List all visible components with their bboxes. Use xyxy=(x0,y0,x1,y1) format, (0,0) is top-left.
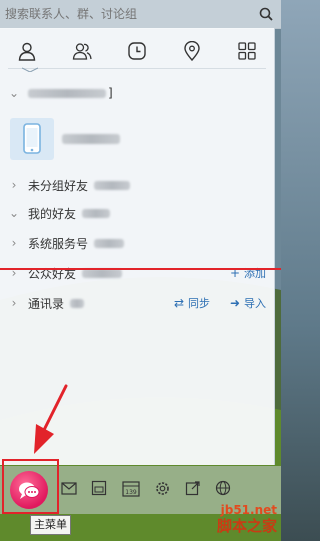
blurred-count xyxy=(94,238,125,248)
group-label: 未分组好友 xyxy=(28,178,89,193)
sync-button[interactable]: ⇄ 同步 xyxy=(174,295,210,311)
search-button[interactable] xyxy=(255,3,277,25)
import-label: 导入 xyxy=(244,297,266,310)
blurred-contact-name xyxy=(62,134,120,144)
chevron-right-icon: › xyxy=(11,236,17,250)
watermark: jb51.net 脚本之家 xyxy=(217,503,277,535)
watermark-title: 脚本之家 xyxy=(216,517,277,535)
settings-button[interactable] xyxy=(153,479,171,497)
watermark-url: jb51.net xyxy=(220,503,277,517)
import-button[interactable]: ➜ 导入 xyxy=(230,295,266,311)
blurred-count xyxy=(82,208,111,218)
sync-icon: ⇄ xyxy=(173,296,184,310)
group-name-suffix: ] xyxy=(108,86,113,100)
person-icon xyxy=(19,42,36,61)
tab-friends[interactable] xyxy=(10,38,44,64)
main-menu-tooltip: 主菜单 xyxy=(30,515,71,535)
grid-icon xyxy=(237,42,256,60)
active-tab-indicator xyxy=(22,67,38,72)
chevron-right-icon: › xyxy=(11,178,17,192)
file-icon xyxy=(91,480,107,496)
search-input[interactable] xyxy=(3,2,255,26)
chevron-down-icon: ⌄ xyxy=(8,86,20,100)
location-pin-icon xyxy=(184,41,200,61)
group-system-service[interactable]: › 系统服务号 xyxy=(0,230,274,256)
group-label: 我的好友 xyxy=(28,206,77,221)
globe-icon xyxy=(215,480,231,496)
export-icon xyxy=(185,481,200,496)
annotation-line xyxy=(0,268,281,270)
group-public-accounts[interactable]: › 公众好友 + 添加 xyxy=(0,260,274,286)
chevron-right-icon: › xyxy=(11,296,17,310)
group-icon xyxy=(72,43,92,60)
phone-icon xyxy=(23,123,41,154)
tab-divider xyxy=(8,68,266,69)
globe-button[interactable] xyxy=(214,479,232,497)
blurred-count xyxy=(70,298,85,308)
file-button[interactable] xyxy=(90,479,108,497)
tab-recent[interactable] xyxy=(120,38,154,64)
phone-avatar xyxy=(10,118,54,160)
import-arrow-icon: ➜ xyxy=(229,296,240,310)
clock-icon xyxy=(128,42,146,60)
search-bar xyxy=(0,0,281,29)
blurred-count xyxy=(94,180,131,190)
sync-label: 同步 xyxy=(188,297,210,310)
export-button[interactable] xyxy=(184,479,202,497)
gear-icon xyxy=(155,481,169,495)
calendar-day: 139 xyxy=(125,489,137,496)
tab-location[interactable] xyxy=(175,38,209,64)
contacts-panel: ⌄ ] › 未分组好友 ⌄ 我的好友 › 系统服务号 › 公众好友 + 添加 ›… xyxy=(0,28,275,465)
tab-apps[interactable] xyxy=(230,38,264,64)
group-label: 系统服务号 xyxy=(28,236,89,251)
group-address-book[interactable]: › 通讯录 ⇄ 同步 ➜ 导入 xyxy=(0,290,274,316)
annotation-highlight-box xyxy=(2,459,59,514)
group-my-device[interactable]: ⌄ ] xyxy=(0,80,274,106)
group-my-friends[interactable]: ⌄ 我的好友 xyxy=(0,200,274,226)
tab-bar xyxy=(0,36,274,66)
mail-icon xyxy=(61,481,77,495)
calendar-icon: 139 xyxy=(122,480,140,497)
mail-button[interactable] xyxy=(60,479,78,497)
blurred-group-name xyxy=(28,88,106,98)
search-icon xyxy=(259,7,273,21)
tab-groups[interactable] xyxy=(65,38,99,64)
group-ungrouped[interactable]: › 未分组好友 xyxy=(0,172,274,198)
contact-my-phone[interactable] xyxy=(0,114,274,164)
group-label: 通讯录 xyxy=(28,296,65,311)
chevron-down-icon: ⌄ xyxy=(8,206,20,220)
calendar-button[interactable]: 139 xyxy=(122,479,140,497)
